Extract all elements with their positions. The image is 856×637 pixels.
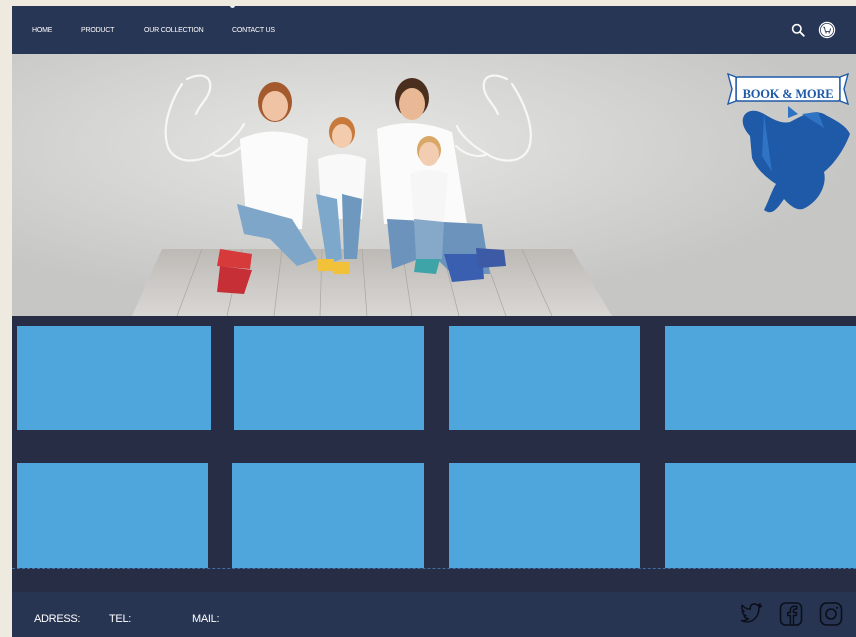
nav-contact-us[interactable]: CONTACT US <box>232 27 275 34</box>
footer: ADRESS: TEL: MAIL: <box>12 592 856 637</box>
nav-product[interactable]: PRODUCT <box>81 27 114 34</box>
hero-banner: BOOK & MORE <box>12 54 856 316</box>
collection-tile-7[interactable] <box>449 463 640 568</box>
top-navigation: HOME PRODUCT OUR COLLECTION CONTACT US <box>12 6 856 54</box>
footer-tel-label: TEL: <box>109 613 132 625</box>
logo-text: BOOK & MORE <box>742 87 834 101</box>
collection-tile-4[interactable] <box>665 326 856 430</box>
collection-tile-8[interactable] <box>665 463 856 568</box>
grid-divider <box>12 568 856 569</box>
footer-address-label: ADRESS: <box>34 613 81 625</box>
search-icon[interactable] <box>791 23 805 37</box>
collection-tile-3[interactable] <box>449 326 640 430</box>
collection-tile-2[interactable] <box>234 326 424 430</box>
nav-home[interactable]: HOME <box>32 27 52 34</box>
collection-tile-6[interactable] <box>232 463 424 568</box>
cart-icon[interactable] <box>818 21 836 39</box>
active-indicator-dot <box>230 6 235 8</box>
footer-mail-label: MAIL: <box>192 613 220 625</box>
family-photo <box>12 54 856 316</box>
facebook-icon[interactable] <box>778 600 804 628</box>
instagram-icon[interactable] <box>818 600 844 628</box>
page-frame: HOME PRODUCT OUR COLLECTION CONTACT US B… <box>12 6 856 637</box>
nav-our-collection[interactable]: OUR COLLECTION <box>144 27 204 34</box>
collection-tile-1[interactable] <box>17 326 211 430</box>
collection-tile-5[interactable] <box>17 463 208 568</box>
twitter-icon[interactable] <box>739 600 765 628</box>
